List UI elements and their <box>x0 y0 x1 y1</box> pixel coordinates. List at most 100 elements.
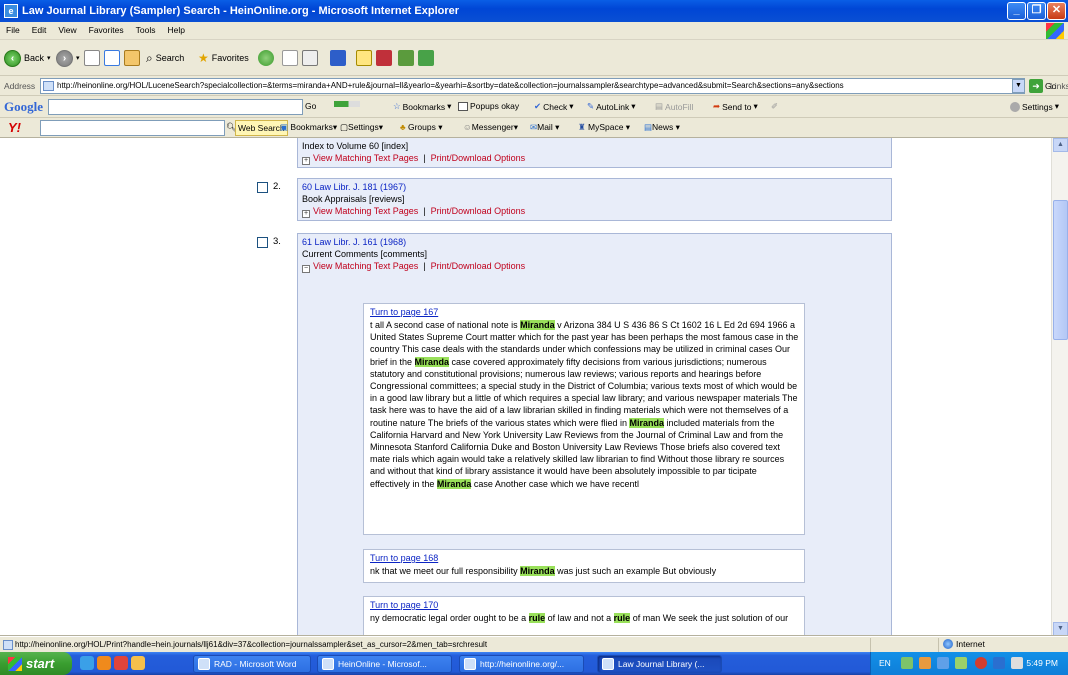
task-heinonline-url[interactable]: http://heinonline.org/... <box>459 655 584 673</box>
mail-button[interactable]: ✉Mail ▾ <box>530 122 559 133</box>
google-logo[interactable]: Google <box>4 99 43 115</box>
tray-antivirus-icon[interactable] <box>975 657 987 669</box>
close-button[interactable]: ✕ <box>1047 2 1066 20</box>
yahoo-logo[interactable]: Y! <box>8 120 21 135</box>
tray-volume-icon[interactable] <box>1011 657 1023 669</box>
result-links: + View Matching Text Pages | Print/Download… <box>302 153 525 165</box>
view-matching-text-link[interactable]: View Matching Text Pages <box>313 206 418 216</box>
print-download-link[interactable]: Print/Download Options <box>431 261 526 271</box>
result-citation-link[interactable]: 60 Law Libr. J. 181 (1967) <box>302 182 406 192</box>
forward-button[interactable]: › ▾ <box>56 48 80 68</box>
yahoo-search-input[interactable] <box>40 120 225 136</box>
task-law-journal-library[interactable]: Law Journal Library (... <box>597 655 722 673</box>
tray-display-icon[interactable] <box>993 657 1005 669</box>
google-toolbar: Google Go ☆ Bookmarks ▾ Popups okay ✔ Chec… <box>0 96 1068 118</box>
google-bookmarks-button[interactable]: ☆ Bookmarks ▾ <box>393 101 451 112</box>
autofill-button[interactable]: ▤ AutoFill <box>655 101 693 112</box>
task-rad-word[interactable]: RAD - Microsoft Word <box>193 655 311 673</box>
myspace-button[interactable]: ♜ MySpace ▾ <box>578 122 630 133</box>
menu-view[interactable]: View <box>52 22 82 39</box>
stop-icon[interactable] <box>84 50 100 66</box>
dropdown-arrow-icon[interactable]: ▾ <box>47 54 51 62</box>
turn-to-page-link[interactable]: Turn to page 168 <box>370 553 438 563</box>
favorites-button[interactable]: ★ Favorites <box>198 48 249 68</box>
menu-favorites[interactable]: Favorites <box>83 22 130 39</box>
language-indicator[interactable]: EN <box>879 658 891 668</box>
google-search-input[interactable] <box>48 99 303 115</box>
spell-check-button[interactable]: ✔ Check ▾ <box>534 101 574 112</box>
menu-file[interactable]: File <box>0 22 26 39</box>
scroll-down-icon[interactable]: ▼ <box>1053 622 1068 636</box>
menu-help[interactable]: Help <box>161 22 190 39</box>
dropdown-arrow-icon[interactable]: ▾ <box>76 54 80 62</box>
research-icon[interactable] <box>398 50 414 66</box>
quicklaunch-app-icon[interactable] <box>114 656 128 670</box>
expand-icon[interactable]: + <box>302 210 310 218</box>
print-icon[interactable] <box>302 50 318 66</box>
home-icon[interactable] <box>124 50 140 66</box>
address-input[interactable]: http://heinonline.org/HOL/LuceneSearch?s… <box>40 78 1025 94</box>
highlighted-term: Miranda <box>520 320 555 330</box>
groups-button[interactable]: ♣ Groups ▾ <box>400 122 442 133</box>
window-title-bar[interactable]: e Law Journal Library (Sampler) Search -… <box>0 0 1068 22</box>
menu-edit[interactable]: Edit <box>26 22 53 39</box>
mail-icon[interactable] <box>282 50 298 66</box>
view-matching-text-link[interactable]: View Matching Text Pages <box>313 261 418 271</box>
yahoo-settings-button[interactable]: ▢Settings▾ <box>340 122 383 133</box>
quicklaunch-desktop-icon[interactable] <box>131 656 145 670</box>
minimize-button[interactable]: _ <box>1007 2 1026 20</box>
result-checkbox-2[interactable] <box>257 182 268 193</box>
go-arrow-icon: ➜ <box>1029 79 1043 93</box>
send-to-button[interactable]: ➦ Send to ▾ <box>713 101 758 112</box>
scrollbar-thumb[interactable] <box>1053 200 1068 340</box>
tray-app-icon[interactable] <box>919 657 931 669</box>
tray-security-icon[interactable] <box>955 657 967 669</box>
tray-update-icon[interactable] <box>937 657 949 669</box>
start-button[interactable]: start <box>0 652 72 675</box>
result-checkbox-3[interactable] <box>257 237 268 248</box>
maximize-button[interactable]: ❐ <box>1027 2 1046 20</box>
popups-okay-button[interactable]: Popups okay <box>458 101 519 111</box>
address-bar: Address http://heinonline.org/HOL/Lucene… <box>0 76 1068 96</box>
refresh-icon[interactable] <box>104 50 120 66</box>
history-icon[interactable] <box>258 50 274 66</box>
news-button[interactable]: ▤News ▾ <box>644 122 680 133</box>
yahoo-bookmarks-button[interactable]: ▣ Bookmarks▾ <box>280 122 337 133</box>
address-dropdown-icon[interactable]: ▼ <box>1012 79 1025 93</box>
menu-tools[interactable]: Tools <box>130 22 162 39</box>
google-go-button[interactable]: Go <box>305 101 316 111</box>
page-icon <box>43 81 54 91</box>
messenger-button[interactable]: ☺Messenger▾ <box>463 122 518 133</box>
window-title: Law Journal Library (Sampler) Search - H… <box>22 5 460 17</box>
result-description: Index to Volume 60 [index] <box>302 141 409 151</box>
result-description: Current Comments [comments] <box>302 249 428 259</box>
discuss-icon[interactable] <box>356 50 372 66</box>
print-download-link[interactable]: Print/Download Options <box>431 206 526 216</box>
view-matching-text-link[interactable]: View Matching Text Pages <box>313 153 418 163</box>
status-text: http://heinonline.org/HOL/Print?handle=h… <box>15 640 488 649</box>
links-button[interactable]: Links <box>1050 81 1068 91</box>
expand-icon[interactable]: + <box>302 157 310 165</box>
autolink-button[interactable]: ✎ AutoLink ▾ <box>587 101 636 112</box>
word-icon[interactable] <box>330 50 346 66</box>
result-citation-link[interactable]: 61 Law Libr. J. 161 (1968) <box>302 237 406 247</box>
turn-to-page-link[interactable]: Turn to page 170 <box>370 600 438 610</box>
pagerank-icon[interactable] <box>334 101 360 107</box>
translate-icon[interactable] <box>418 50 434 66</box>
turn-to-page-link[interactable]: Turn to page 167 <box>370 307 438 317</box>
quicklaunch-firefox-icon[interactable] <box>97 656 111 670</box>
quicklaunch-ie-icon[interactable] <box>80 656 94 670</box>
vertical-scrollbar[interactable]: ▲ ▼ <box>1051 138 1068 636</box>
messenger-icon[interactable] <box>376 50 392 66</box>
google-settings-button[interactable]: Settings ▾ <box>1010 101 1059 112</box>
collapse-icon[interactable]: − <box>302 265 310 273</box>
myspace-icon: ♜ <box>578 122 586 132</box>
highlighter-icon[interactable]: ✐ <box>771 101 778 112</box>
task-heinonline[interactable]: HeinOnline - Microsof... <box>317 655 452 673</box>
search-button[interactable]: ⌕ Search <box>146 48 184 68</box>
back-button[interactable]: ‹ Back ▾ <box>4 48 51 68</box>
tray-network-icon[interactable] <box>901 657 913 669</box>
windows-taskbar: start RAD - Microsoft Word HeinOnline - … <box>0 652 1068 675</box>
print-download-link[interactable]: Print/Download Options <box>431 153 526 163</box>
scroll-up-icon[interactable]: ▲ <box>1053 138 1068 152</box>
